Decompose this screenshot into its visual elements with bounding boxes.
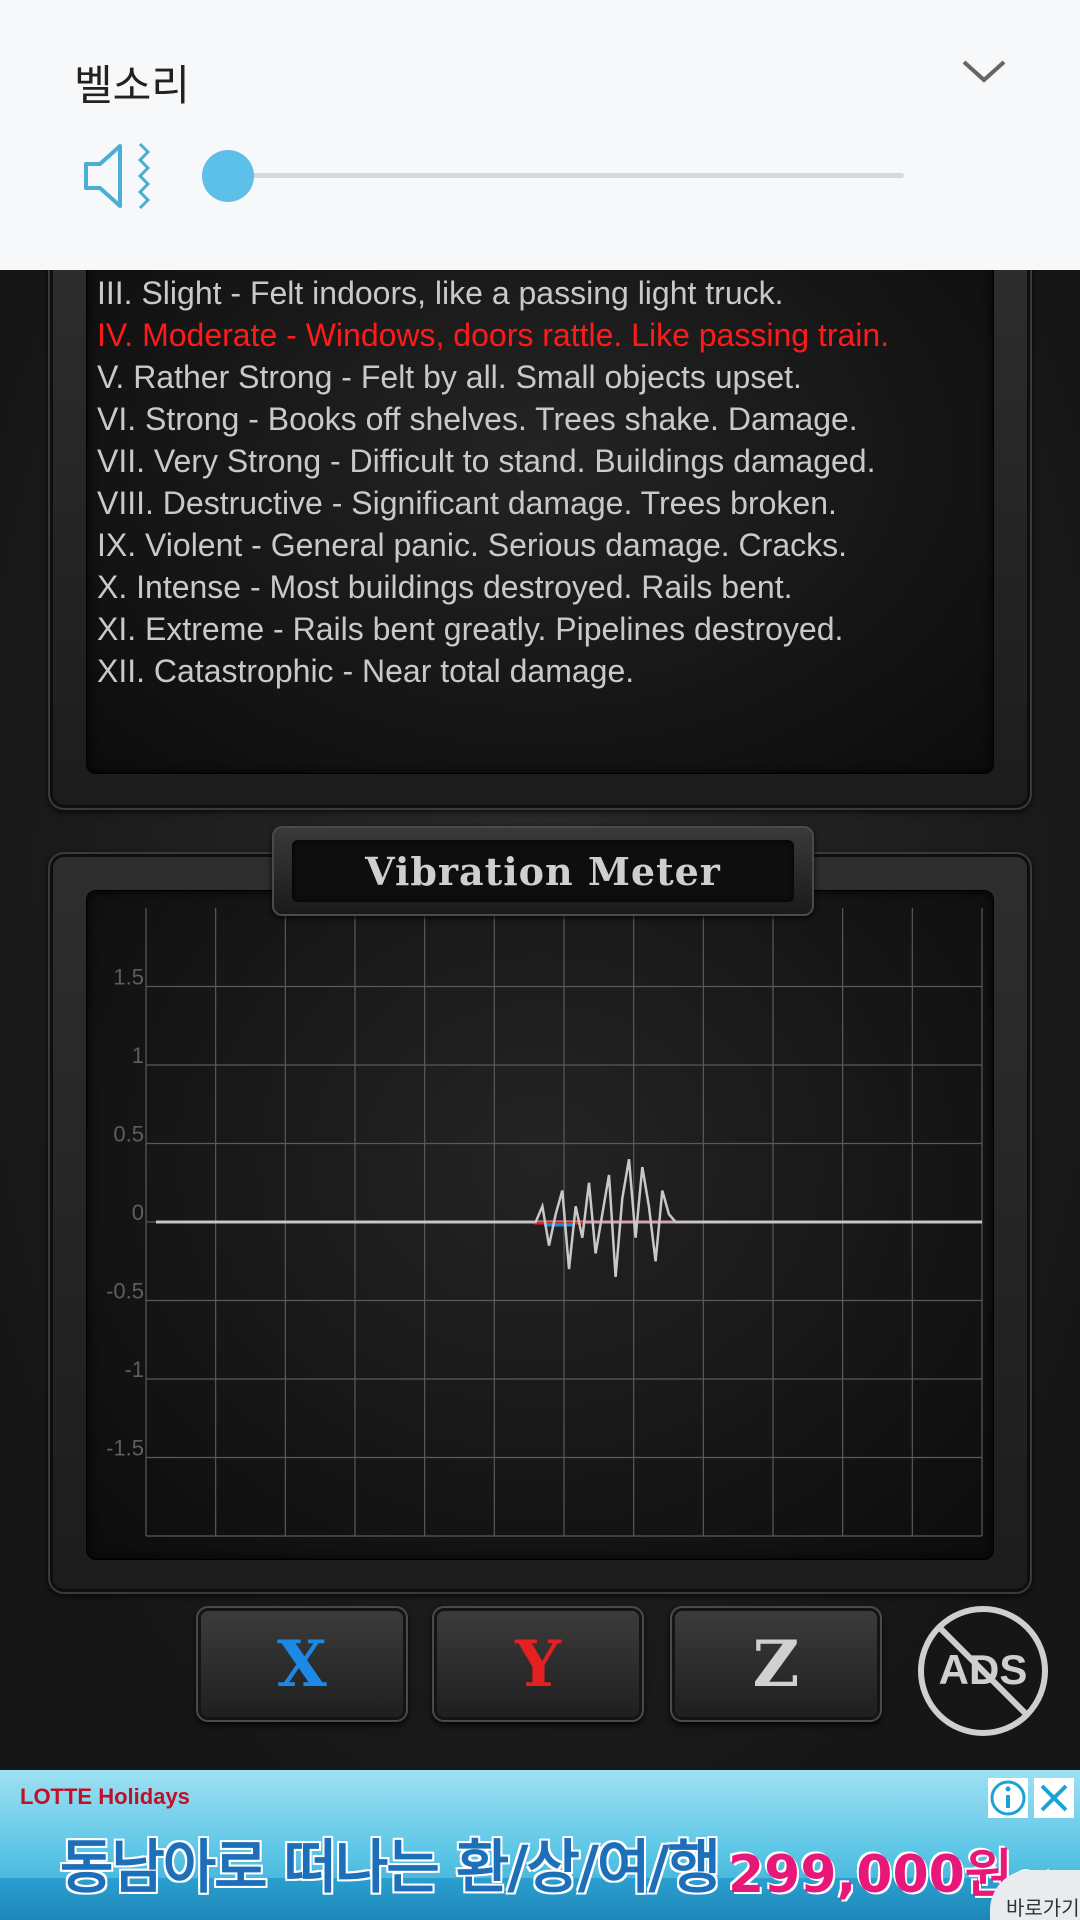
volume-slider-thumb[interactable] bbox=[202, 150, 254, 202]
scale-item: III. Slight - Felt indoors, like a passi… bbox=[97, 275, 784, 311]
z-axis-button[interactable]: Z bbox=[670, 1606, 882, 1722]
y-tick-label: 1 bbox=[132, 1043, 144, 1068]
volume-panel: 벨소리 bbox=[0, 0, 1080, 270]
y-axis-button[interactable]: Y bbox=[432, 1606, 644, 1722]
scale-item: V. Rather Strong - Felt by all. Small ob… bbox=[97, 359, 802, 395]
meter-title-box: Vibration Meter bbox=[272, 826, 814, 916]
ad-brand: LOTTE Holidays bbox=[20, 1784, 190, 1809]
ad-headline: 동남아로 떠나는 환/상/여/행 bbox=[60, 1833, 721, 1901]
scale-item: VII. Very Strong - Difficult to stand. B… bbox=[97, 443, 876, 479]
scale-item: XII. Catastrophic - Near total damage. bbox=[97, 653, 635, 689]
close-icon[interactable] bbox=[1034, 1778, 1074, 1818]
scale-item: IV. Moderate - Windows, doors rattle. Li… bbox=[97, 317, 890, 353]
y-tick-label: -0.5 bbox=[106, 1279, 144, 1304]
scale-item: IX. Violent - General panic. Serious dam… bbox=[97, 527, 847, 563]
scale-item: VI. Strong - Books off shelves. Trees sh… bbox=[97, 401, 858, 437]
scale-item: X. Intense - Most buildings destroyed. R… bbox=[97, 569, 793, 605]
y-tick-label: 0 bbox=[132, 1200, 144, 1225]
ad-banner[interactable]: LOTTE Holidays 동남아로 떠나는 환/상/여/행 299,000원… bbox=[0, 1770, 1080, 1920]
intensity-scale-list: III. Slight - Felt indoors, like a passi… bbox=[97, 272, 997, 692]
y-tick-label: 1.5 bbox=[113, 965, 144, 990]
y-tick-label: 0.5 bbox=[113, 1122, 144, 1147]
ads-label: ADS bbox=[938, 1646, 1028, 1693]
y-tick-label: -1 bbox=[124, 1357, 144, 1382]
scale-item: VIII. Destructive - Significant damage. … bbox=[97, 485, 837, 521]
chevron-down-icon[interactable] bbox=[960, 56, 1008, 86]
y-tick-label: -1.5 bbox=[106, 1436, 144, 1461]
remove-ads-button[interactable]: ADS bbox=[914, 1602, 1052, 1740]
x-axis-button[interactable]: X bbox=[196, 1606, 408, 1722]
x-axis-trace bbox=[156, 1158, 982, 1278]
meter-title: Vibration Meter bbox=[292, 840, 794, 902]
volume-title: 벨소리 bbox=[74, 61, 190, 110]
ad-go-label: 바로가기 bbox=[1006, 1896, 1080, 1920]
muted-speaker-vibrate-icon[interactable] bbox=[82, 138, 158, 214]
vibration-chart: 1.5 1 0.5 0 -0.5 -1 -1.5 bbox=[106, 908, 983, 1537]
volume-slider-track[interactable] bbox=[228, 173, 904, 178]
info-icon[interactable] bbox=[988, 1778, 1028, 1818]
scale-item: XI. Extreme - Rails bent greatly. Pipeli… bbox=[97, 611, 844, 647]
